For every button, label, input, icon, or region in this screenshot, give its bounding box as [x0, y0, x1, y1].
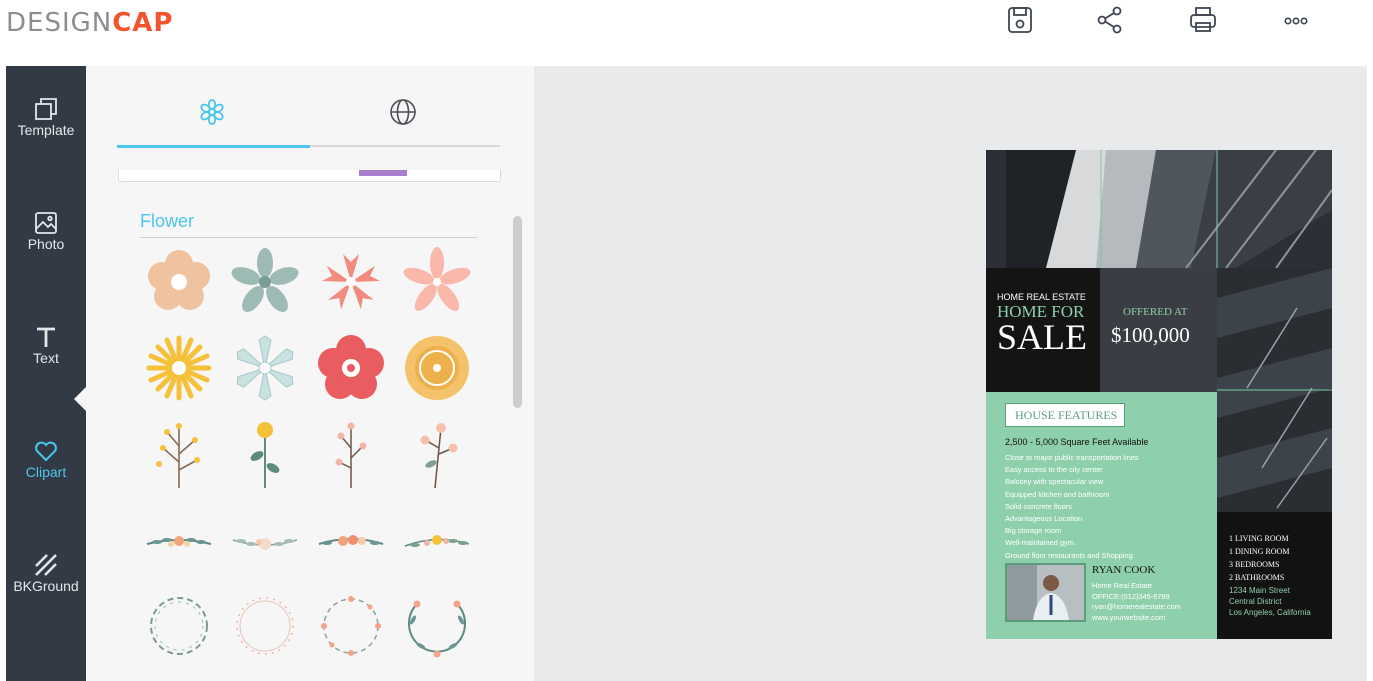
- sidebar-item-label: Photo: [27, 236, 65, 252]
- design-canvas[interactable]: HOME REAL ESTATE HOME FOR SALE OFFERED A…: [534, 66, 1367, 681]
- room-item: 3 BEDROOMS: [1229, 560, 1280, 569]
- clipart-green-wreath[interactable]: [143, 590, 215, 662]
- address-line: Central District: [1229, 597, 1282, 606]
- active-nav-pointer: [74, 387, 86, 411]
- sidebar-item-clipart[interactable]: Clipart: [6, 438, 86, 518]
- logo-prefix: DESIGN: [6, 8, 113, 38]
- panel-scrollbar[interactable]: [513, 216, 522, 408]
- sidebar-item-label: Template: [17, 122, 75, 138]
- category-scroller[interactable]: [118, 170, 501, 182]
- clipart-sage-flower[interactable]: [229, 246, 301, 318]
- feature-item: Big storage room: [1005, 526, 1062, 536]
- feature-item: Close to major public transportation lin…: [1005, 453, 1139, 462]
- feature-item: Advantageous Location: [1005, 514, 1083, 524]
- room-item: 2 BATHROOMS: [1229, 573, 1285, 582]
- top-header: DESIGNCAP: [0, 0, 1373, 66]
- address: 1234 Main Street Central District Los An…: [1229, 585, 1311, 618]
- save-icon[interactable]: [1004, 4, 1036, 36]
- agent-name: RYAN COOK: [1092, 564, 1156, 576]
- feature-item: Balcony with spectacular view: [1005, 477, 1104, 487]
- print-icon[interactable]: [1187, 4, 1219, 36]
- clipart-peach-blossom-stem[interactable]: [401, 418, 473, 490]
- address-line: Los Angeles, California: [1229, 608, 1311, 617]
- more-icon[interactable]: [1280, 4, 1312, 36]
- room-item: 1 DINING ROOM: [1229, 547, 1290, 556]
- rooms-block: 1 LIVING ROOM 1 DINING ROOM 3 BEDROOMS 2…: [1217, 512, 1332, 639]
- flower-icon: [200, 99, 224, 125]
- poster-heading-line2: SALE: [997, 317, 1087, 357]
- section-title: Flower: [140, 211, 195, 231]
- section-divider: [140, 237, 477, 238]
- agent-line: OFFICE:(012)345-6789: [1092, 591, 1170, 601]
- sidebar-item-label: Text: [33, 350, 59, 366]
- clipart-orange-floral-garland[interactable]: [315, 504, 387, 576]
- poster[interactable]: HOME REAL ESTATE HOME FOR SALE OFFERED A…: [986, 150, 1332, 639]
- tab-globe[interactable]: [387, 96, 419, 128]
- clipart-coral-flower[interactable]: [315, 246, 387, 318]
- clipart-panel: Flower: [86, 66, 534, 681]
- poster-small-heading: HOME REAL ESTATE: [997, 292, 1086, 302]
- logo[interactable]: DESIGNCAP: [6, 8, 173, 38]
- rooms-list: 1 LIVING ROOM 1 DINING ROOM 3 BEDROOMS 2…: [1229, 532, 1289, 584]
- category-scroller-thumb[interactable]: [359, 170, 407, 176]
- clipart-leaf-wreath[interactable]: [401, 590, 473, 662]
- clipart-pink-berry-stem[interactable]: [315, 418, 387, 490]
- agent-contact: Home Real Estate OFFICE:(012)345-6789 ry…: [1092, 581, 1181, 623]
- building-photo-right: [1217, 268, 1332, 512]
- agent-line: Home Real Estate: [1092, 581, 1152, 590]
- clipart-yellow-branch[interactable]: [143, 418, 215, 490]
- price: $100,000: [1111, 323, 1190, 347]
- clipart-red-flower[interactable]: [315, 332, 387, 404]
- share-icon[interactable]: [1094, 4, 1126, 36]
- designcap-app: DESIGNCAP Template Photo Text Clipart BK…: [0, 0, 1373, 681]
- agent-line: ryan@homerealestate.com: [1092, 602, 1181, 611]
- sidebar-item-photo[interactable]: Photo: [6, 210, 86, 290]
- feature-item: Ground floor restaurants and Shopping: [1005, 550, 1133, 560]
- feature-item: Well-maintained gym.: [1005, 538, 1076, 548]
- text-icon: [37, 327, 55, 347]
- sidebar-item-bkground[interactable]: BKGround: [6, 552, 86, 632]
- clipart-peach-wreath[interactable]: [315, 590, 387, 662]
- globe-icon: [390, 99, 416, 125]
- agent-photo: [1005, 563, 1086, 622]
- tab-flower[interactable]: [196, 96, 228, 128]
- logo-suffix: CAP: [112, 8, 174, 38]
- area-text: 2,500 - 5,000 Square Feet Available: [1005, 437, 1149, 447]
- features-block: HOUSE FEATURES 2,500 - 5,000 Square Feet…: [986, 392, 1217, 639]
- clipart-orange-flower[interactable]: [401, 332, 473, 404]
- sidebar-item-template[interactable]: Template: [6, 96, 86, 176]
- building-photo-top: [986, 150, 1332, 268]
- background-icon: [35, 554, 57, 576]
- heart-icon: [35, 441, 57, 462]
- clipart-beige-flower[interactable]: [143, 246, 215, 318]
- agent-line: www.yourwebsite.com: [1092, 612, 1166, 622]
- sidebar-item-label: BKGround: [13, 578, 79, 594]
- left-sidebar: Template Photo Text Clipart BKGround: [6, 66, 86, 681]
- clipart-yellow-daisy[interactable]: [143, 332, 215, 404]
- headline-block: HOME REAL ESTATE HOME FOR SALE: [986, 268, 1100, 392]
- clipart-beige-floral-garland[interactable]: [229, 504, 301, 576]
- room-item: 1 LIVING ROOM: [1229, 534, 1289, 543]
- clipart-yellow-floral-garland[interactable]: [401, 504, 473, 576]
- clipart-pale-blue-flower[interactable]: [229, 332, 301, 404]
- feature-item: Easy access to the city center: [1005, 465, 1103, 475]
- price-block: OFFERED AT $100,000: [1100, 268, 1217, 392]
- offered-label: OFFERED AT: [1123, 306, 1188, 318]
- photo-icon: [35, 212, 57, 234]
- feature-item: Solid concrete floors: [1005, 501, 1072, 511]
- features-list: Close to major public transportation lin…: [1005, 452, 1139, 562]
- feature-item: Equipped kitchen and bathroom: [1005, 489, 1110, 499]
- clipart-yellow-tulip-stem[interactable]: [229, 418, 301, 490]
- features-title-box: HOUSE FEATURES: [1005, 403, 1125, 427]
- sidebar-item-label: Clipart: [25, 464, 67, 480]
- template-icon: [35, 98, 57, 120]
- clipart-pink-wreath[interactable]: [229, 590, 301, 662]
- clipart-pink-flower[interactable]: [401, 246, 473, 318]
- address-line: 1234 Main Street: [1229, 586, 1290, 595]
- active-tab-indicator: [117, 145, 310, 148]
- clipart-blue-floral-garland[interactable]: [143, 504, 215, 576]
- features-title: HOUSE FEATURES: [1015, 408, 1118, 422]
